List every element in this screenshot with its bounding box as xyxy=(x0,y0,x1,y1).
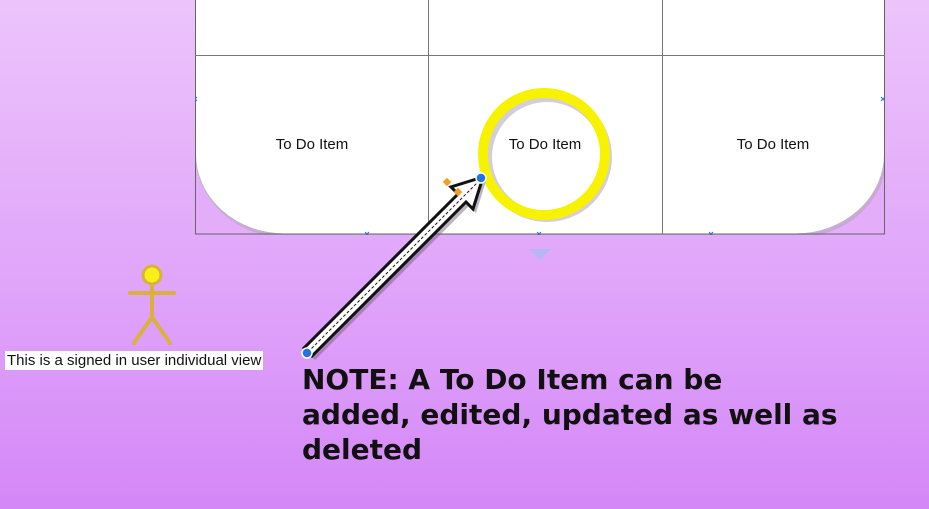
diagram-canvas: To Do Item To Do Item To Do Item This is… xyxy=(0,0,929,509)
actor-caption: This is a signed in user individual view xyxy=(5,351,264,370)
expand-triangle-icon[interactable] xyxy=(528,248,552,262)
note-line-1: NOTE: A To Do Item can be xyxy=(302,363,723,396)
todo-item-label-1: To Do Item xyxy=(275,136,349,153)
note-line-3: deleted xyxy=(302,433,423,466)
note-text: NOTE: A To Do Item can be added, edited,… xyxy=(302,362,902,467)
todo-item-label-3: To Do Item xyxy=(736,136,810,153)
stick-figure-icon[interactable] xyxy=(126,263,178,347)
note-line-2: added, edited, updated as well as xyxy=(302,398,838,431)
arrow-icon[interactable] xyxy=(290,165,500,370)
